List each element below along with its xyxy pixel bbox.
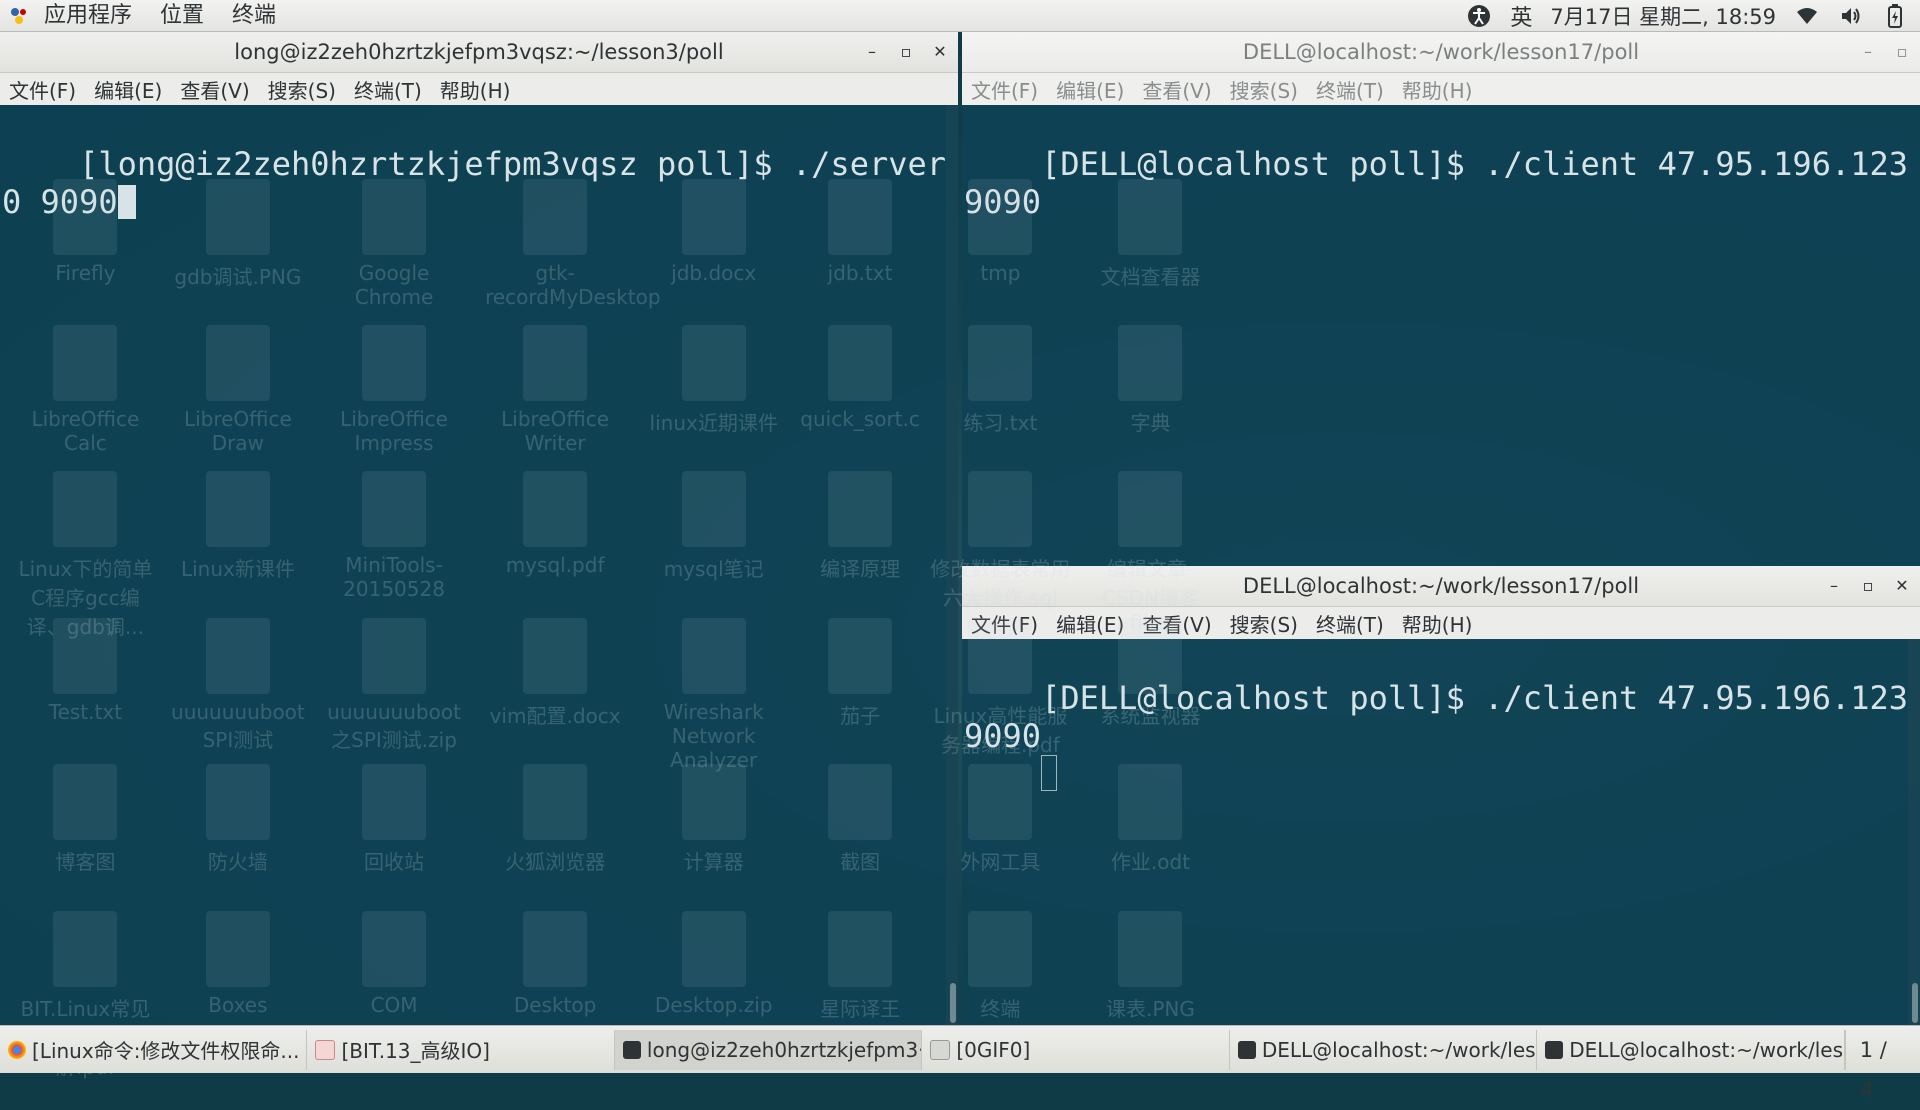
places-menu[interactable]: 位置 [146, 0, 218, 31]
window-title: long@iz2zeh0hzrtzkjefpm3vqsz:~/lesson3/p… [234, 40, 724, 64]
terminal-menu[interactable]: 终端 [218, 0, 290, 31]
top-panel: 应用程序 位置 终端 英 7月17日 星期二, 18:59 [0, 0, 1920, 32]
system-tray: 英 7月17日 星期二, 18:59 [1466, 0, 1920, 31]
terminal-window-server[interactable]: long@iz2zeh0hzrtzkjefpm3vqsz:~/lesson3/p… [0, 32, 958, 1025]
scrollbar[interactable] [1908, 639, 1920, 1025]
task-chrome[interactable]: [Linux命令:修改文件权限命... [0, 1029, 308, 1070]
menu-help[interactable]: 帮助(H) [431, 75, 520, 104]
terminal-command-line: [DELL@localhost poll]$ ./client 47.95.19… [964, 679, 1909, 755]
menu-terminal[interactable]: 终端(T) [345, 75, 431, 104]
terminal-command-line: [long@iz2zeh0hzrtzkjefpm3vqsz poll]$ ./s… [2, 145, 947, 221]
menu-search[interactable]: 搜索(S) [1221, 75, 1307, 104]
clock[interactable]: 7月17日 星期二, 18:59 [1550, 1, 1776, 31]
menu-file[interactable]: 文件(F) [962, 75, 1047, 104]
terminal-output[interactable]: [long@iz2zeh0hzrtzkjefpm3vqsz poll]$ ./s… [0, 105, 958, 1025]
terminal-icon [622, 1040, 641, 1059]
window-menubar: 文件(F) 编辑(E) 查看(V) 搜索(S) 终端(T) 帮助(H) [962, 607, 1920, 639]
close-icon[interactable]: ✕ [930, 42, 950, 62]
menu-view[interactable]: 查看(V) [1133, 609, 1220, 638]
menu-view[interactable]: 查看(V) [1133, 75, 1220, 104]
minimize-icon[interactable]: – [1824, 576, 1844, 596]
terminal-cursor [1041, 755, 1058, 791]
window-titlebar[interactable]: DELL@localhost:~/work/lesson17/poll – ▫ [962, 32, 1920, 73]
menu-help[interactable]: 帮助(H) [1393, 75, 1482, 104]
accessibility-icon[interactable] [1466, 3, 1492, 29]
terminal-window-client-1[interactable]: DELL@localhost:~/work/lesson17/poll – ▫ … [962, 32, 1920, 567]
task-label: [0GIF0] [956, 1037, 1031, 1062]
window-titlebar[interactable]: long@iz2zeh0hzrtzkjefpm3vqsz:~/lesson3/p… [0, 32, 958, 73]
input-method-indicator[interactable]: 英 [1510, 0, 1532, 32]
taskbar: [Linux命令:修改文件权限命... [BIT.13_高级IO] long@i… [0, 1025, 1920, 1102]
image-icon [930, 1039, 951, 1060]
task-image[interactable]: [0GIF0] [922, 1029, 1230, 1070]
menu-help[interactable]: 帮助(H) [1393, 609, 1482, 638]
scrollbar-thumb[interactable] [1912, 983, 1918, 1023]
maximize-icon[interactable]: ▫ [1858, 576, 1878, 596]
window-controls: – ▫ [1858, 32, 1912, 72]
task-terminal-client-2[interactable]: DELL@localhost:~/work/les··· [1537, 1029, 1845, 1070]
menu-file[interactable]: 文件(F) [962, 609, 1047, 638]
window-title: DELL@localhost:~/work/lesson17/poll [1242, 574, 1640, 598]
window-titlebar[interactable]: DELL@localhost:~/work/lesson17/poll – ▫ … [962, 566, 1920, 607]
workspace-pager[interactable]: 1 / 4 [1844, 1029, 1920, 1102]
window-menubar: 文件(F) 编辑(E) 查看(V) 搜索(S) 终端(T) 帮助(H) [962, 73, 1920, 105]
close-icon[interactable]: ✕ [1892, 576, 1912, 596]
maximize-icon[interactable]: ▫ [896, 42, 916, 62]
menu-edit[interactable]: 编辑(E) [1047, 75, 1133, 104]
scrollbar[interactable] [946, 105, 958, 1025]
scrollbar-thumb[interactable] [950, 983, 956, 1023]
task-label: DELL@localhost:~/work/les··· [1261, 1037, 1538, 1062]
volume-icon[interactable] [1838, 3, 1864, 29]
menu-search[interactable]: 搜索(S) [1221, 609, 1307, 638]
panel-menu: 应用程序 位置 终端 [0, 0, 290, 31]
task-label: DELL@localhost:~/work/les··· [1569, 1037, 1845, 1062]
wifi-icon[interactable] [1794, 3, 1820, 29]
applications-icon[interactable] [8, 5, 30, 27]
window-controls: – ▫ ✕ [862, 32, 950, 72]
minimize-icon[interactable]: – [862, 42, 882, 62]
menu-search[interactable]: 搜索(S) [259, 75, 345, 104]
menu-view[interactable]: 查看(V) [171, 75, 258, 104]
terminal-window-client-2[interactable]: DELL@localhost:~/work/lesson17/poll – ▫ … [962, 566, 1920, 1025]
task-document[interactable]: [BIT.13_高级IO] [307, 1029, 615, 1070]
document-icon [315, 1039, 336, 1060]
terminal-icon [1545, 1040, 1564, 1059]
chrome-icon [8, 1040, 26, 1059]
terminal-icon [1237, 1040, 1256, 1059]
terminal-command-line: [DELL@localhost poll]$ ./client 47.95.19… [964, 145, 1909, 221]
window-title: DELL@localhost:~/work/lesson17/poll [1242, 40, 1640, 64]
menu-file[interactable]: 文件(F) [0, 75, 85, 104]
minimize-icon[interactable]: – [1858, 42, 1878, 62]
terminal-output[interactable]: [DELL@localhost poll]$ ./client 47.95.19… [962, 639, 1920, 1025]
window-controls: – ▫ ✕ [1824, 566, 1912, 606]
applications-menu[interactable]: 应用程序 [30, 0, 146, 31]
terminal-output[interactable]: [DELL@localhost poll]$ ./client 47.95.19… [962, 105, 1920, 567]
menu-edit[interactable]: 编辑(E) [1047, 609, 1133, 638]
task-terminal-server[interactable]: long@iz2zeh0hzrtzkjefpm3··· [614, 1029, 923, 1070]
task-terminal-client-1[interactable]: DELL@localhost:~/work/les··· [1230, 1029, 1538, 1070]
task-label: [Linux命令:修改文件权限命... [32, 1039, 300, 1063]
maximize-icon[interactable]: ▫ [1892, 42, 1912, 62]
window-menubar: 文件(F) 编辑(E) 查看(V) 搜索(S) 终端(T) 帮助(H) [0, 73, 958, 105]
menu-terminal[interactable]: 终端(T) [1307, 75, 1393, 104]
terminal-cursor [117, 185, 136, 219]
menu-terminal[interactable]: 终端(T) [1307, 609, 1393, 638]
task-label: [BIT.13_高级IO] [341, 1039, 490, 1063]
battery-icon[interactable] [1882, 3, 1908, 29]
task-label: long@iz2zeh0hzrtzkjefpm3··· [646, 1037, 923, 1062]
menu-edit[interactable]: 编辑(E) [85, 75, 171, 104]
